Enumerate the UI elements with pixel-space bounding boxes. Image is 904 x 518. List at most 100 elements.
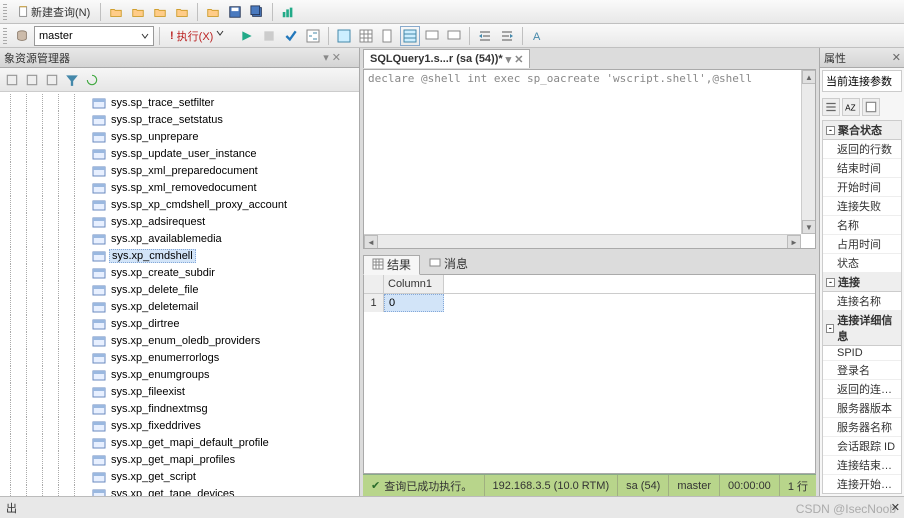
save-button[interactable] bbox=[225, 2, 245, 22]
props-item[interactable]: 返回的行数 bbox=[823, 140, 901, 159]
props-item[interactable]: 连接失败 bbox=[823, 197, 901, 216]
props-group[interactable]: -连接详细信息 bbox=[823, 311, 901, 346]
tree-item[interactable]: sys.xp_get_mapi_default_profile bbox=[0, 434, 359, 451]
tree-item[interactable]: sys.xp_get_tape_devices bbox=[0, 485, 359, 496]
results-to-file-button[interactable] bbox=[378, 26, 398, 46]
open-file-button[interactable] bbox=[106, 2, 126, 22]
tab-messages[interactable]: 消息 bbox=[420, 254, 477, 274]
tree-item[interactable]: sys.sp_xp_cmdshell_proxy_account bbox=[0, 196, 359, 213]
save-all-icon bbox=[250, 5, 264, 19]
parse-button[interactable] bbox=[281, 26, 301, 46]
categorized-button[interactable] bbox=[822, 98, 840, 116]
props-item[interactable]: 服务器版本 bbox=[823, 399, 901, 418]
props-item[interactable]: 登录名 bbox=[823, 361, 901, 380]
indent-dec-button[interactable] bbox=[497, 26, 517, 46]
tree-item[interactable]: sys.xp_findnextmsg bbox=[0, 400, 359, 417]
sql-code[interactable]: declare @shell int exec sp_oacreate 'wsc… bbox=[364, 70, 815, 87]
properties-list[interactable]: -聚合状态返回的行数结束时间开始时间连接失败名称占用时间状态-连接连接名称-连接… bbox=[822, 120, 902, 494]
tree-item[interactable]: sys.sp_unprepare bbox=[0, 128, 359, 145]
pin-icon[interactable]: ▾ ✕ bbox=[323, 51, 341, 64]
props-item[interactable]: 结束时间 bbox=[823, 159, 901, 178]
new-query-button[interactable]: 新建查询(N) bbox=[12, 2, 95, 22]
tree-item[interactable]: sys.sp_xml_removedocument bbox=[0, 179, 359, 196]
tree-item[interactable]: sys.xp_enumgroups bbox=[0, 366, 359, 383]
indent-inc-button[interactable] bbox=[475, 26, 495, 46]
refresh-button[interactable] bbox=[83, 71, 101, 89]
alpha-button[interactable]: AZ bbox=[842, 98, 860, 116]
tab-results[interactable]: 结果 bbox=[363, 255, 420, 275]
stop-refresh-button[interactable] bbox=[43, 71, 61, 89]
props-item[interactable]: 连接名称 bbox=[823, 292, 901, 311]
tree-item[interactable]: sys.sp_update_user_instance bbox=[0, 145, 359, 162]
props-item[interactable]: 返回的连接行 bbox=[823, 380, 901, 399]
open-file3-button[interactable] bbox=[150, 2, 170, 22]
open-file2-button[interactable] bbox=[128, 2, 148, 22]
tree-item[interactable]: sys.xp_fileexist bbox=[0, 383, 359, 400]
result-row[interactable]: 1 0 bbox=[364, 294, 815, 312]
stop-button[interactable] bbox=[259, 26, 279, 46]
tree-item[interactable]: sys.xp_get_script bbox=[0, 468, 359, 485]
close-icon[interactable]: ✕ bbox=[892, 51, 901, 64]
props-item[interactable]: 连接结束时间 bbox=[823, 456, 901, 475]
tree-item-label: sys.xp_delete_file bbox=[109, 284, 200, 296]
stored-proc-icon bbox=[92, 113, 106, 127]
results-to-grid-button[interactable] bbox=[356, 26, 376, 46]
tree-item[interactable]: sys.sp_trace_setfilter bbox=[0, 94, 359, 111]
estimate-plan-button[interactable] bbox=[303, 26, 323, 46]
tree-item-label: sys.xp_adsirequest bbox=[109, 216, 207, 228]
scroll-right-arrow[interactable]: ► bbox=[787, 235, 801, 249]
tree-item[interactable]: sys.xp_delete_file bbox=[0, 281, 359, 298]
props-item[interactable]: 名称 bbox=[823, 216, 901, 235]
tree-item[interactable]: sys.xp_cmdshell bbox=[0, 247, 359, 264]
props-item[interactable]: 连接开始时间 bbox=[823, 475, 901, 494]
props-item[interactable]: 开始时间 bbox=[823, 178, 901, 197]
query-tab[interactable]: SQLQuery1.s...r (sa (54))* ▾ ✕ bbox=[363, 49, 530, 68]
db-icon-button[interactable] bbox=[12, 26, 32, 46]
column-header[interactable]: Column1 bbox=[384, 275, 444, 293]
props-group[interactable]: -连接 bbox=[823, 273, 901, 292]
tree-item[interactable]: sys.xp_enum_oledb_providers bbox=[0, 332, 359, 349]
object-tree[interactable]: sys.sp_trace_setfilter sys.sp_trace_sets… bbox=[0, 92, 359, 496]
connect-button[interactable] bbox=[3, 71, 21, 89]
tree-item[interactable]: sys.xp_availablemedia bbox=[0, 230, 359, 247]
scroll-up-arrow[interactable]: ▲ bbox=[802, 70, 816, 84]
execute-button[interactable]: ! 执行(X) bbox=[165, 26, 235, 46]
debug-button[interactable] bbox=[237, 26, 257, 46]
tree-item[interactable]: sys.xp_create_subdir bbox=[0, 264, 359, 281]
tree-item[interactable]: sys.xp_dirtree bbox=[0, 315, 359, 332]
scroll-down-arrow[interactable]: ▼ bbox=[802, 220, 816, 234]
result-cell[interactable]: 0 bbox=[384, 294, 444, 312]
scroll-left-arrow[interactable]: ◄ bbox=[364, 235, 378, 249]
disconnect-button[interactable] bbox=[23, 71, 41, 89]
props-item[interactable]: 服务器名称 bbox=[823, 418, 901, 437]
comment-button[interactable] bbox=[422, 26, 442, 46]
outline-button[interactable] bbox=[400, 26, 420, 46]
tree-item[interactable]: sys.xp_enumerrorlogs bbox=[0, 349, 359, 366]
props-item[interactable]: 状态 bbox=[823, 254, 901, 273]
uncomment-button[interactable] bbox=[444, 26, 464, 46]
props-item[interactable]: 占用时间 bbox=[823, 235, 901, 254]
editor-hscroll[interactable]: ◄ ► bbox=[364, 234, 801, 248]
query-editor[interactable]: declare @shell int exec sp_oacreate 'wsc… bbox=[363, 69, 816, 249]
filter-button[interactable] bbox=[63, 71, 81, 89]
props-item[interactable]: SPID bbox=[823, 346, 901, 361]
tree-item[interactable]: sys.sp_xml_preparedocument bbox=[0, 162, 359, 179]
save-all-button[interactable] bbox=[247, 2, 267, 22]
activity-monitor-button[interactable] bbox=[278, 2, 298, 22]
props-item[interactable]: 会话跟踪 ID bbox=[823, 437, 901, 456]
database-selector[interactable]: master bbox=[34, 26, 154, 46]
open-file4-button[interactable] bbox=[172, 2, 192, 22]
open-project-button[interactable] bbox=[203, 2, 223, 22]
tree-item[interactable]: sys.sp_trace_setstatus bbox=[0, 111, 359, 128]
tree-item[interactable]: sys.xp_fixeddrives bbox=[0, 417, 359, 434]
results-to-text-button[interactable] bbox=[334, 26, 354, 46]
database-icon bbox=[15, 29, 29, 43]
editor-vscroll[interactable]: ▲ ▼ bbox=[801, 70, 815, 234]
tree-item[interactable]: sys.xp_get_mapi_profiles bbox=[0, 451, 359, 468]
tree-item[interactable]: sys.xp_deletemail bbox=[0, 298, 359, 315]
tree-item[interactable]: sys.xp_adsirequest bbox=[0, 213, 359, 230]
results-grid[interactable]: Column1 1 0 bbox=[363, 275, 816, 474]
props-group[interactable]: -聚合状态 bbox=[823, 121, 901, 140]
query-designer-button[interactable]: A bbox=[528, 26, 548, 46]
props-btn3[interactable] bbox=[862, 98, 880, 116]
